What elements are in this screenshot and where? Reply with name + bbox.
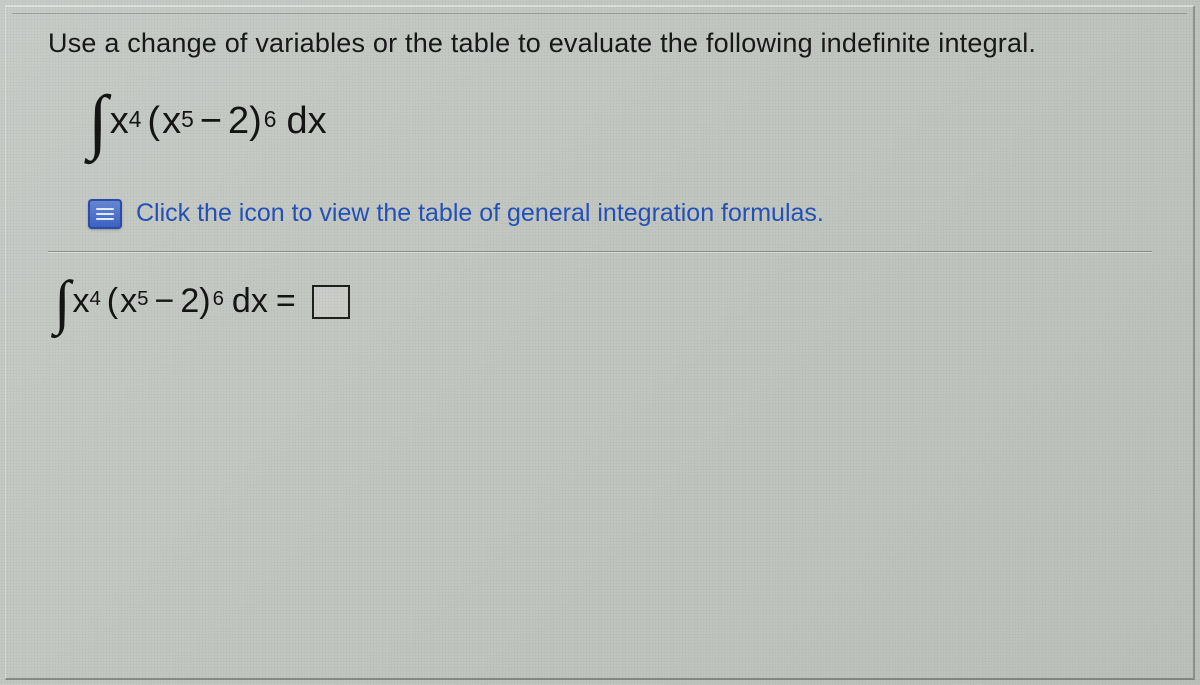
outer-exp: 6: [264, 106, 277, 133]
coef-exp: 4: [89, 288, 100, 311]
inner-exp: 5: [181, 106, 194, 133]
coef-exp: 4: [129, 106, 142, 133]
outer-exp: 6: [213, 288, 224, 311]
inner-exp: 5: [137, 288, 148, 311]
